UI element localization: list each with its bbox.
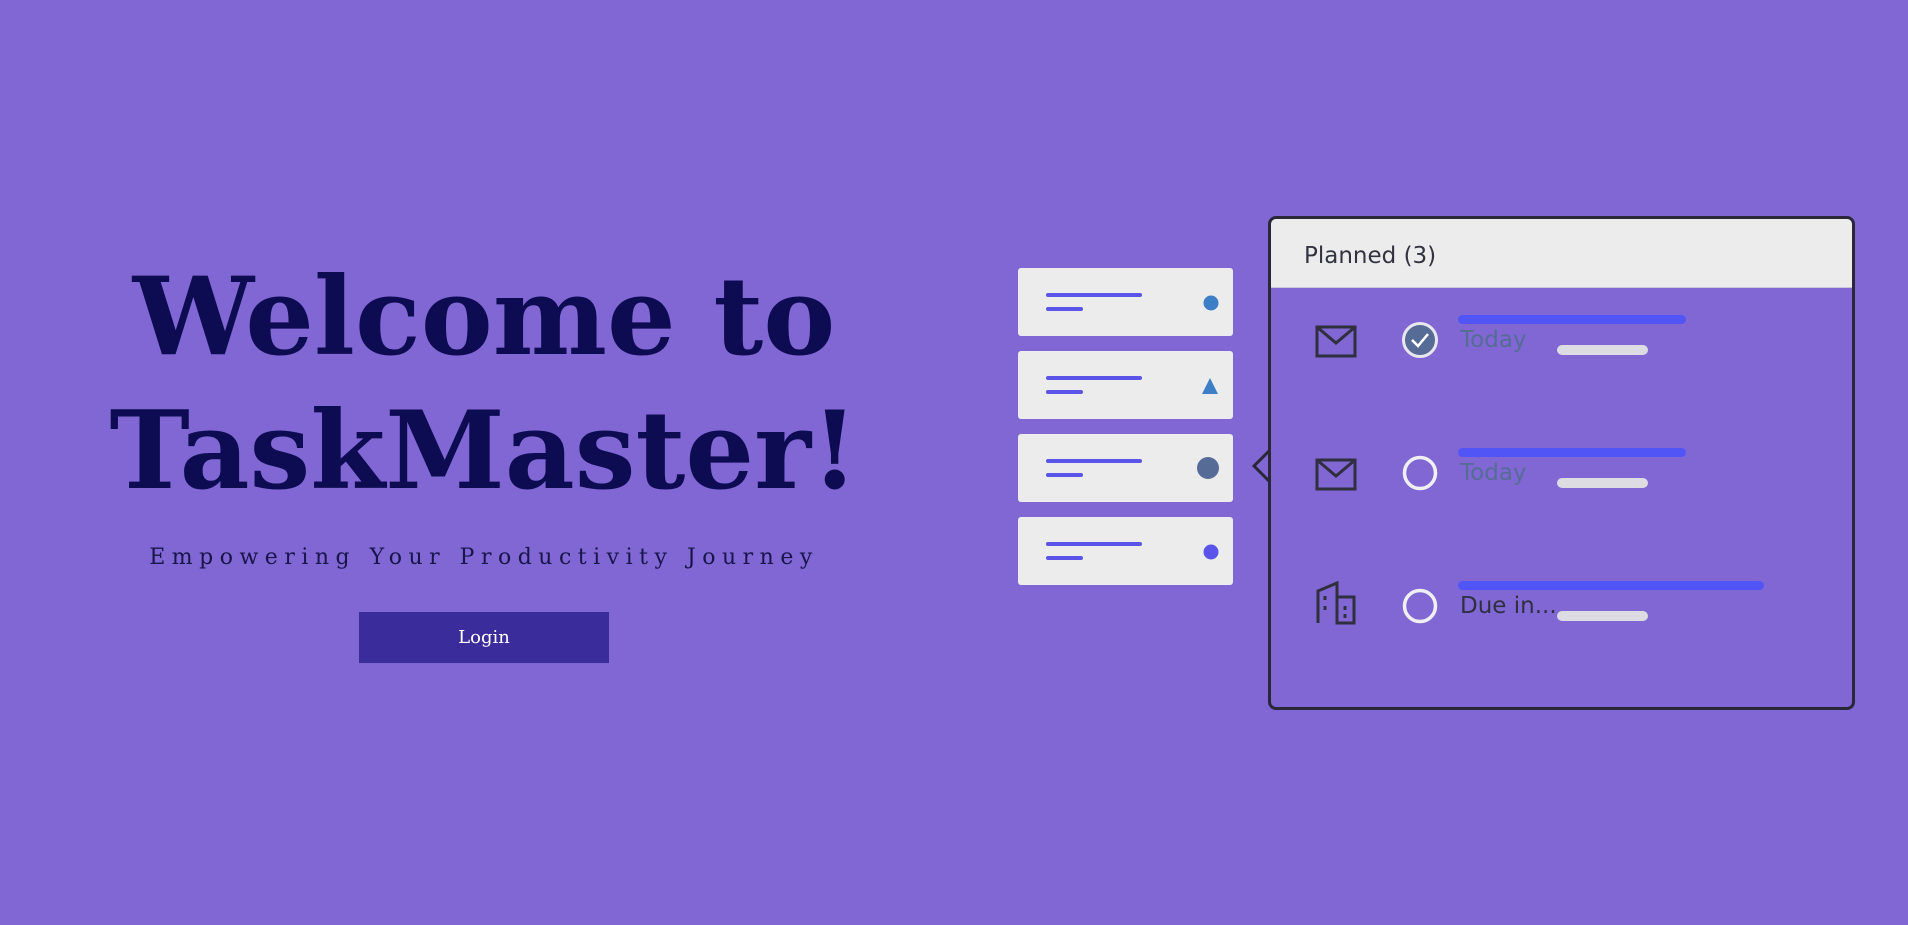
dot-icon	[1203, 544, 1219, 560]
task-title-bar	[1458, 448, 1686, 457]
hero-title-line-2: TaskMaster!	[109, 388, 859, 514]
building-icon	[1316, 581, 1356, 625]
unchecked-circle-icon	[1402, 588, 1438, 624]
task-due-label: Today	[1460, 327, 1527, 353]
mini-task-card	[1018, 517, 1233, 585]
mini-card-line	[1046, 473, 1083, 477]
task-row: Today	[1271, 448, 1852, 518]
mini-card-line	[1046, 376, 1142, 380]
mini-card-line	[1046, 390, 1083, 394]
task-row: Today	[1271, 315, 1852, 385]
hero-title: Welcome to TaskMaster!	[0, 250, 968, 518]
hero-title-line-1: Welcome to	[132, 254, 836, 380]
task-meta-bar	[1557, 611, 1648, 621]
checked-circle-icon	[1402, 322, 1438, 358]
mini-task-card	[1018, 434, 1233, 502]
panel-title: Planned (3)	[1304, 243, 1437, 269]
triangle-icon	[1202, 378, 1218, 394]
mini-task-card	[1018, 268, 1233, 336]
mail-icon	[1315, 458, 1357, 491]
mini-task-card	[1018, 351, 1233, 419]
task-meta-bar	[1557, 345, 1648, 355]
mini-card-line	[1046, 556, 1083, 560]
dot-icon	[1203, 295, 1219, 311]
mini-card-line	[1046, 307, 1083, 311]
task-due-label: Today	[1460, 460, 1527, 486]
unchecked-circle-icon	[1402, 455, 1438, 491]
mail-icon	[1315, 325, 1357, 358]
task-due-label: Due in...	[1460, 593, 1557, 619]
login-button[interactable]: Login	[359, 612, 609, 663]
panel-header: Planned (3)	[1271, 219, 1852, 288]
planned-panel: Planned (3) Today Today Due in...	[1268, 216, 1855, 710]
task-meta-bar	[1557, 478, 1648, 488]
hero-subtitle: Empowering Your Productivity Journey	[149, 545, 819, 570]
task-title-bar	[1458, 315, 1686, 324]
task-row: Due in...	[1271, 581, 1852, 651]
mini-card-line	[1046, 459, 1142, 463]
hero-section: Welcome to TaskMaster! Empowering Your P…	[0, 250, 968, 570]
task-title-bar	[1458, 581, 1764, 590]
mini-card-line	[1046, 542, 1142, 546]
circle-icon	[1197, 457, 1219, 479]
mini-card-line	[1046, 293, 1142, 297]
